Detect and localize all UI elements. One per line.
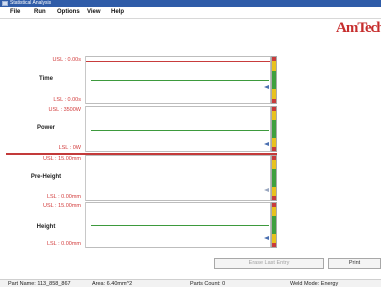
time-panel: USL : 0.00s Time LSL : 0.00s [6, 56, 277, 104]
status-weld-mode: Weld Mode: Energy [290, 281, 339, 287]
height-gauge [271, 202, 277, 248]
window-titlebar: Statistical Analysis [0, 0, 381, 7]
pre-height-lsl: LSL : 0.00mm [46, 194, 81, 200]
pre-height-title: Pre-Height [30, 174, 62, 180]
time-graph [86, 56, 271, 104]
menu-options[interactable]: Options [57, 9, 80, 15]
print-button[interactable]: Print [328, 258, 381, 269]
pre-height-graph [86, 155, 271, 201]
time-usl-line [86, 61, 270, 62]
height-target-line [91, 225, 269, 226]
power-title: Power [36, 125, 55, 131]
power-gauge [271, 106, 277, 152]
pre-height-label-area: USL : 15.00mm Pre-Height LSL : 0.00mm [6, 155, 86, 201]
time-lsl: LSL : 0.00s [53, 97, 81, 103]
power-panel: USL : 3500W Power LSL : 0W [6, 106, 277, 152]
time-target-line [91, 80, 269, 81]
status-bar: Part Name: 113_858_867 Area: 6.40mm^2 Pa… [0, 279, 381, 287]
power-graph [86, 106, 271, 152]
menu-file[interactable]: File [10, 9, 20, 15]
status-area: Area: 6.40mm^2 [92, 281, 133, 287]
pre-height-usl: USL : 15.00mm [42, 156, 81, 162]
time-marker-icon [264, 85, 269, 89]
pre-height-marker-icon [264, 188, 269, 192]
menu-view[interactable]: View [87, 9, 101, 15]
erase-last-entry-button[interactable]: Erase Last Entry [214, 258, 324, 269]
time-usl: USL : 0.00s [52, 57, 81, 63]
pre-height-panel: USL : 15.00mm Pre-Height LSL : 0.00mm [6, 155, 277, 201]
window-title: Statistical Analysis [10, 0, 52, 6]
power-target-line [91, 130, 269, 131]
logo-text: AmTech [336, 20, 381, 36]
height-marker-icon [264, 236, 269, 240]
height-usl: USL : 15.00mm [42, 203, 81, 209]
menu-bar: File Run Options View Help [0, 7, 381, 19]
height-graph [86, 202, 271, 248]
power-label-area: USL : 3500W Power LSL : 0W [6, 106, 86, 152]
power-usl: USL : 3500W [48, 107, 81, 113]
time-title: Time [39, 76, 53, 82]
power-marker-icon [264, 142, 269, 146]
height-lsl: LSL : 0.00mm [46, 241, 81, 247]
height-label-area: USL : 15.00mm Height LSL : 0.00mm [6, 202, 86, 248]
pre-height-gauge [271, 155, 277, 201]
height-title: Height [36, 224, 56, 230]
time-gauge [271, 56, 277, 104]
app-icon [2, 1, 8, 6]
status-part-name: Part Name: 113_858_867 [8, 281, 71, 287]
menu-help[interactable]: Help [111, 9, 124, 15]
height-panel: USL : 15.00mm Height LSL : 0.00mm [6, 202, 277, 248]
status-parts-count: Parts Count: 0 [190, 281, 226, 287]
time-label-area: USL : 0.00s Time LSL : 0.00s [6, 56, 86, 104]
power-lsl: LSL : 0W [58, 145, 81, 151]
menu-run[interactable]: Run [34, 9, 46, 15]
company-logo: AmTech [336, 20, 381, 38]
